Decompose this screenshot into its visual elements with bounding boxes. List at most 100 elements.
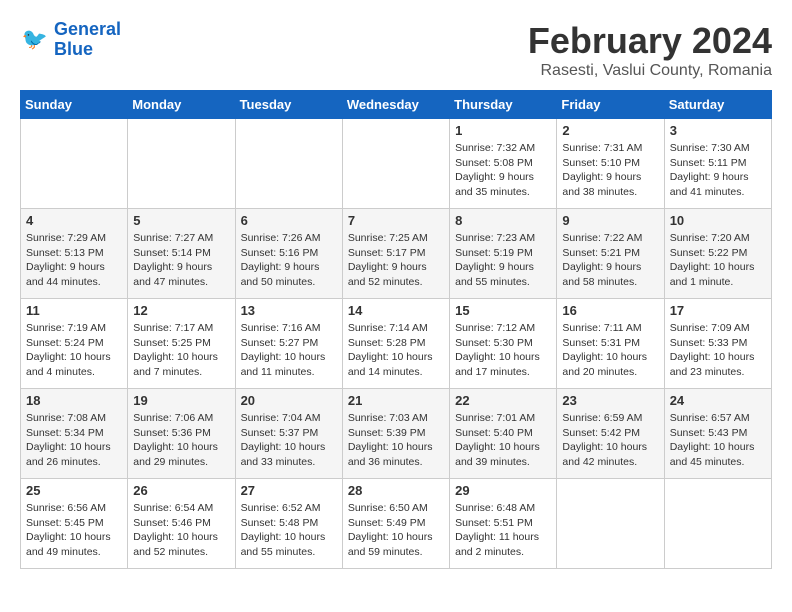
calendar-day-header: Monday — [128, 91, 235, 119]
day-info: Sunrise: 7:01 AMSunset: 5:40 PMDaylight:… — [455, 411, 551, 470]
calendar-day-header: Sunday — [21, 91, 128, 119]
calendar-cell: 13Sunrise: 7:16 AMSunset: 5:27 PMDayligh… — [235, 299, 342, 389]
day-info: Sunrise: 7:17 AMSunset: 5:25 PMDaylight:… — [133, 321, 229, 380]
day-info: Sunrise: 7:04 AMSunset: 5:37 PMDaylight:… — [241, 411, 337, 470]
day-number: 18 — [26, 393, 122, 408]
calendar-cell — [21, 119, 128, 209]
day-info: Sunrise: 7:03 AMSunset: 5:39 PMDaylight:… — [348, 411, 444, 470]
calendar-week-row: 1 Sunrise: 7:32 AMSunset: 5:08 PMDaylight… — [21, 119, 772, 209]
calendar-cell: 5 Sunrise: 7:27 AMSunset: 5:14 PMDaylight… — [128, 209, 235, 299]
calendar-cell: 4 Sunrise: 7:29 AMSunset: 5:13 PMDaylight… — [21, 209, 128, 299]
calendar-day-header: Tuesday — [235, 91, 342, 119]
day-number: 12 — [133, 303, 229, 318]
calendar-week-row: 18 Sunrise: 7:08 AMSunset: 5:34 PMDayligh… — [21, 389, 772, 479]
calendar-cell: 25Sunrise: 6:56 AMSunset: 5:45 PMDayligh… — [21, 479, 128, 569]
day-info: Sunrise: 7:12 AMSunset: 5:30 PMDaylight:… — [455, 321, 551, 380]
day-number: 15 — [455, 303, 551, 318]
calendar-cell — [664, 479, 771, 569]
day-info: Sunrise: 7:06 AMSunset: 5:36 PMDaylight:… — [133, 411, 229, 470]
day-number: 2 — [562, 123, 658, 138]
calendar-day-header: Friday — [557, 91, 664, 119]
calendar-cell: 11 Sunrise: 7:19 AMSunset: 5:24 PMDayligh… — [21, 299, 128, 389]
day-number: 19 — [133, 393, 229, 408]
day-info: Sunrise: 7:19 AMSunset: 5:24 PMDaylight:… — [26, 321, 122, 380]
day-number: 29 — [455, 483, 551, 498]
day-info: Sunrise: 6:57 AMSunset: 5:43 PMDaylight:… — [670, 411, 766, 470]
calendar-cell: 21Sunrise: 7:03 AMSunset: 5:39 PMDayligh… — [342, 389, 449, 479]
day-number: 22 — [455, 393, 551, 408]
calendar-cell: 7 Sunrise: 7:25 AMSunset: 5:17 PMDaylight… — [342, 209, 449, 299]
logo-icon: 🐦 — [20, 25, 50, 55]
calendar-header-row: SundayMondayTuesdayWednesdayThursdayFrid… — [21, 91, 772, 119]
day-info: Sunrise: 6:59 AMSunset: 5:42 PMDaylight:… — [562, 411, 658, 470]
day-info: Sunrise: 7:11 AMSunset: 5:31 PMDaylight:… — [562, 321, 658, 380]
calendar-cell: 9 Sunrise: 7:22 AMSunset: 5:21 PMDaylight… — [557, 209, 664, 299]
day-info: Sunrise: 7:27 AMSunset: 5:14 PMDaylight:… — [133, 231, 229, 290]
day-number: 3 — [670, 123, 766, 138]
calendar-cell: 26 Sunrise: 6:54 AMSunset: 5:46 PMDayligh… — [128, 479, 235, 569]
day-number: 24 — [670, 393, 766, 408]
page-header: 🐦 General Blue February 2024 Rasesti, Va… — [20, 20, 772, 80]
day-info: Sunrise: 7:20 AMSunset: 5:22 PMDaylight:… — [670, 231, 766, 290]
day-number: 4 — [26, 213, 122, 228]
calendar-cell: 14Sunrise: 7:14 AMSunset: 5:28 PMDayligh… — [342, 299, 449, 389]
day-info: Sunrise: 7:32 AMSunset: 5:08 PMDaylight:… — [455, 141, 551, 200]
calendar-cell: 28Sunrise: 6:50 AMSunset: 5:49 PMDayligh… — [342, 479, 449, 569]
day-number: 5 — [133, 213, 229, 228]
day-info: Sunrise: 6:54 AMSunset: 5:46 PMDaylight:… — [133, 501, 229, 560]
day-number: 11 — [26, 303, 122, 318]
day-number: 20 — [241, 393, 337, 408]
day-number: 23 — [562, 393, 658, 408]
day-info: Sunrise: 7:16 AMSunset: 5:27 PMDaylight:… — [241, 321, 337, 380]
title-block: February 2024 Rasesti, Vaslui County, Ro… — [528, 20, 772, 80]
calendar-cell: 10 Sunrise: 7:20 AMSunset: 5:22 PMDayligh… — [664, 209, 771, 299]
day-info: Sunrise: 6:48 AMSunset: 5:51 PMDaylight:… — [455, 501, 551, 560]
calendar-cell: 3 Sunrise: 7:30 AMSunset: 5:11 PMDaylight… — [664, 119, 771, 209]
calendar-day-header: Wednesday — [342, 91, 449, 119]
calendar-day-header: Thursday — [450, 91, 557, 119]
calendar-cell: 17 Sunrise: 7:09 AMSunset: 5:33 PMDayligh… — [664, 299, 771, 389]
day-number: 9 — [562, 213, 658, 228]
calendar-cell: 23 Sunrise: 6:59 AMSunset: 5:42 PMDayligh… — [557, 389, 664, 479]
logo-text: General Blue — [54, 20, 121, 60]
location-subtitle: Rasesti, Vaslui County, Romania — [528, 62, 772, 80]
day-number: 6 — [241, 213, 337, 228]
calendar-cell: 16Sunrise: 7:11 AMSunset: 5:31 PMDayligh… — [557, 299, 664, 389]
day-info: Sunrise: 7:25 AMSunset: 5:17 PMDaylight:… — [348, 231, 444, 290]
day-info: Sunrise: 7:08 AMSunset: 5:34 PMDaylight:… — [26, 411, 122, 470]
day-info: Sunrise: 6:50 AMSunset: 5:49 PMDaylight:… — [348, 501, 444, 560]
day-info: Sunrise: 7:14 AMSunset: 5:28 PMDaylight:… — [348, 321, 444, 380]
calendar-cell: 12 Sunrise: 7:17 AMSunset: 5:25 PMDayligh… — [128, 299, 235, 389]
day-number: 10 — [670, 213, 766, 228]
calendar-cell — [128, 119, 235, 209]
day-info: Sunrise: 7:30 AMSunset: 5:11 PMDaylight:… — [670, 141, 766, 200]
calendar-cell: 22 Sunrise: 7:01 AMSunset: 5:40 PMDayligh… — [450, 389, 557, 479]
svg-text:🐦: 🐦 — [22, 28, 48, 51]
calendar-cell: 1 Sunrise: 7:32 AMSunset: 5:08 PMDaylight… — [450, 119, 557, 209]
calendar-cell: 29 Sunrise: 6:48 AMSunset: 5:51 PMDayligh… — [450, 479, 557, 569]
calendar-cell: 18 Sunrise: 7:08 AMSunset: 5:34 PMDayligh… — [21, 389, 128, 479]
calendar-cell: 19 Sunrise: 7:06 AMSunset: 5:36 PMDayligh… — [128, 389, 235, 479]
calendar-body: 1 Sunrise: 7:32 AMSunset: 5:08 PMDaylight… — [21, 119, 772, 569]
day-info: Sunrise: 7:23 AMSunset: 5:19 PMDaylight:… — [455, 231, 551, 290]
calendar-week-row: 11 Sunrise: 7:19 AMSunset: 5:24 PMDayligh… — [21, 299, 772, 389]
logo: 🐦 General Blue — [20, 20, 121, 60]
day-number: 25 — [26, 483, 122, 498]
calendar-cell: 8Sunrise: 7:23 AMSunset: 5:19 PMDaylight… — [450, 209, 557, 299]
calendar-cell: 20 Sunrise: 7:04 AMSunset: 5:37 PMDayligh… — [235, 389, 342, 479]
day-number: 7 — [348, 213, 444, 228]
calendar-cell: 6Sunrise: 7:26 AMSunset: 5:16 PMDaylight… — [235, 209, 342, 299]
calendar-cell: 24 Sunrise: 6:57 AMSunset: 5:43 PMDayligh… — [664, 389, 771, 479]
day-number: 27 — [241, 483, 337, 498]
day-number: 17 — [670, 303, 766, 318]
calendar-cell: 27Sunrise: 6:52 AMSunset: 5:48 PMDayligh… — [235, 479, 342, 569]
day-number: 26 — [133, 483, 229, 498]
calendar-cell — [342, 119, 449, 209]
day-info: Sunrise: 7:22 AMSunset: 5:21 PMDaylight:… — [562, 231, 658, 290]
day-info: Sunrise: 7:29 AMSunset: 5:13 PMDaylight:… — [26, 231, 122, 290]
day-info: Sunrise: 7:09 AMSunset: 5:33 PMDaylight:… — [670, 321, 766, 380]
day-info: Sunrise: 7:31 AMSunset: 5:10 PMDaylight:… — [562, 141, 658, 200]
calendar-cell: 2 Sunrise: 7:31 AMSunset: 5:10 PMDaylight… — [557, 119, 664, 209]
calendar-week-row: 25Sunrise: 6:56 AMSunset: 5:45 PMDayligh… — [21, 479, 772, 569]
day-number: 1 — [455, 123, 551, 138]
